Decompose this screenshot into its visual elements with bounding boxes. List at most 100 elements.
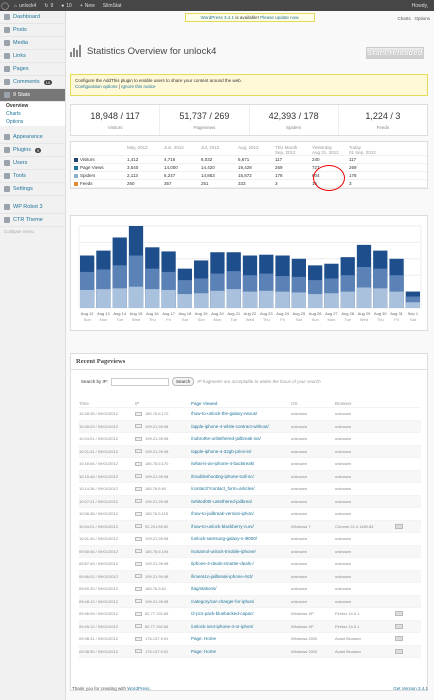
- bar-visitors[interactable]: [308, 294, 323, 308]
- bar-visitors[interactable]: [373, 288, 388, 308]
- wordpress-logo-icon[interactable]: ◯: [0, 0, 10, 11]
- slimstat-link[interactable]: SlimStat: [99, 0, 126, 11]
- bar-visitors[interactable]: [259, 290, 274, 308]
- row-ip[interactable]: 199.21.99.98: [135, 424, 191, 429]
- bar-visitors[interactable]: [324, 293, 339, 308]
- details-icon[interactable]: [395, 611, 403, 617]
- page-link[interactable]: /unlock-ios4-iphone-4-or-iphon/: [191, 624, 291, 629]
- page-link[interactable]: /how-to-jailbreak-version-iphon/: [191, 511, 291, 516]
- row-ip[interactable]: 180.76.5.61: [135, 586, 191, 591]
- details-icon[interactable]: [395, 648, 403, 654]
- details-icon[interactable]: [395, 623, 403, 629]
- menu-item-9-stats[interactable]: 9 Stats: [0, 89, 65, 102]
- bar-visitors[interactable]: [291, 292, 306, 308]
- page-link[interactable]: Page: Home: [191, 636, 291, 641]
- bar-visitors[interactable]: [389, 291, 404, 308]
- page-link[interactable]: /limera1n-jailbreak-iphone-4s3/: [191, 574, 291, 579]
- row-ip[interactable]: 199.21.99.98: [135, 574, 191, 579]
- updates-link[interactable]: ↻ 9: [40, 0, 57, 11]
- x-tick-label: Aug 30: [374, 311, 387, 316]
- menu-item-pages[interactable]: Pages: [0, 63, 65, 76]
- bar-visitors[interactable]: [145, 289, 160, 308]
- site-name-link[interactable]: ⌂ unlock4: [10, 0, 40, 11]
- bar-visitors[interactable]: [405, 302, 420, 308]
- row-ip[interactable]: 199.21.99.98: [135, 499, 191, 504]
- submenu-charts[interactable]: Charts: [0, 110, 65, 118]
- menu-item-users[interactable]: Users: [0, 157, 65, 170]
- row-ip[interactable]: 180.76.6.194: [135, 549, 191, 554]
- bar-visitors[interactable]: [177, 294, 192, 308]
- row-ip[interactable]: 82.77.192.65: [135, 624, 191, 629]
- bar-visitors[interactable]: [242, 291, 258, 308]
- get-version-link[interactable]: Get Version 3.4.1: [393, 686, 428, 691]
- bar-visitors[interactable]: [226, 289, 241, 308]
- page-link[interactable]: /tag/stations/: [191, 586, 291, 591]
- row-ip[interactable]: 199.21.99.98: [135, 599, 191, 604]
- ip-search-input[interactable]: [111, 377, 170, 386]
- collapse-menu-button[interactable]: Collapse menu: [0, 227, 65, 237]
- new-content-link[interactable]: + New: [76, 0, 99, 11]
- row-ip[interactable]: 199.21.99.98: [135, 561, 191, 566]
- bar-visitors[interactable]: [161, 289, 176, 308]
- menu-item-ctr-theme[interactable]: CTR Theme: [0, 214, 65, 227]
- menu-item-posts[interactable]: Posts: [0, 24, 65, 37]
- pages-icon: [4, 66, 10, 72]
- row-ip[interactable]: 176.137.9.91: [135, 649, 191, 654]
- menu-item-wp-robot-3[interactable]: WP Robot 3: [0, 201, 65, 214]
- table-header-cell: Yesterday Aug 31, 2012: [310, 145, 347, 155]
- page-link[interactable]: /how-to-unlock-the-galaxy-nexus/: [191, 411, 291, 416]
- wordpress-link[interactable]: WordPress: [127, 686, 149, 691]
- page-link[interactable]: /what-is-an-iphone-4-backtreak/: [191, 461, 291, 466]
- details-icon[interactable]: [395, 636, 403, 642]
- ignore-notice-link[interactable]: Ignore this notice: [121, 84, 155, 89]
- row-ip[interactable]: 180.76.6.60: [135, 486, 191, 491]
- configuration-options-link[interactable]: Configuration options: [75, 84, 118, 89]
- bar-visitors[interactable]: [96, 289, 111, 308]
- bar-visitors[interactable]: [112, 288, 127, 308]
- howdy-link[interactable]: Howdy,: [408, 0, 434, 11]
- bar-visitors[interactable]: [275, 291, 290, 308]
- details-icon[interactable]: [395, 523, 403, 529]
- comments-link[interactable]: ● 10: [57, 0, 76, 11]
- page-link[interactable]: /contact/?contact_form=articles/: [191, 486, 291, 491]
- bar-visitors[interactable]: [80, 289, 95, 308]
- menu-item-tools[interactable]: Tools: [0, 170, 65, 183]
- row-ip[interactable]: 176.137.9.91: [135, 636, 191, 641]
- row-ip[interactable]: 180.76.6.170: [135, 411, 191, 416]
- row-ip[interactable]: 199.21.99.98: [135, 474, 191, 479]
- bar-visitors[interactable]: [356, 287, 372, 309]
- bar-visitors[interactable]: [340, 291, 355, 308]
- menu-item-dashboard[interactable]: Dashboard: [0, 11, 65, 24]
- row-ip[interactable]: 199.21.99.98: [135, 449, 191, 454]
- page-link[interactable]: /2-pcs-pack-bluebacked-capac/: [191, 611, 291, 616]
- page-link[interactable]: /nobrothe-unltethered-jailbreak-ios/: [191, 436, 291, 441]
- row-ip[interactable]: 180.76.6.170: [135, 461, 191, 466]
- row-ip[interactable]: 82.77.192.65: [135, 611, 191, 616]
- menu-item-plugins[interactable]: Plugins 9: [0, 144, 65, 157]
- bar-visitors[interactable]: [194, 293, 209, 308]
- page-link[interactable]: /apple-iphone-4-white-contract-without/: [191, 424, 291, 429]
- menu-item-links[interactable]: Links: [0, 50, 65, 63]
- submenu-overview[interactable]: Overview: [0, 102, 65, 110]
- page-link[interactable]: /troubleshooting-iphone-tcdl-sc/: [191, 474, 291, 479]
- page-link[interactable]: /how-to-unlock-blackberry-curv/: [191, 524, 291, 529]
- page-link[interactable]: /apple-iphone-4-32gb-price-in/: [191, 449, 291, 454]
- submenu-options[interactable]: Options: [0, 118, 65, 126]
- row-ip[interactable]: 92.201.89.52: [135, 524, 191, 529]
- menu-item-appearance[interactable]: Appearance: [0, 131, 65, 144]
- row-ip[interactable]: 180.76.5.115: [135, 511, 191, 516]
- page-link[interactable]: /iphone-4-deals-smarter-deals-/: [191, 561, 291, 566]
- page-link[interactable]: Page: Home: [191, 649, 291, 654]
- row-ip[interactable]: 199.21.99.98: [135, 536, 191, 541]
- menu-item-settings[interactable]: Settings: [0, 183, 65, 196]
- bar-visitors[interactable]: [128, 286, 144, 308]
- menu-item-media[interactable]: Media: [0, 37, 65, 50]
- row-ip[interactable]: 199.21.99.98: [135, 436, 191, 441]
- page-link[interactable]: /whited00r-untethered-jailbrea/: [191, 499, 291, 504]
- page-link[interactable]: /category/car-charger-for-iphon/: [191, 599, 291, 604]
- page-link[interactable]: /sosamol-unlock-tmobile-iphone/: [191, 549, 291, 554]
- search-button[interactable]: Search: [172, 377, 195, 386]
- bar-visitors[interactable]: [210, 290, 225, 308]
- page-link[interactable]: /unlock-samsung-galaxy-s-i9000/: [191, 536, 291, 541]
- menu-item-comments[interactable]: Comments 10: [0, 76, 65, 89]
